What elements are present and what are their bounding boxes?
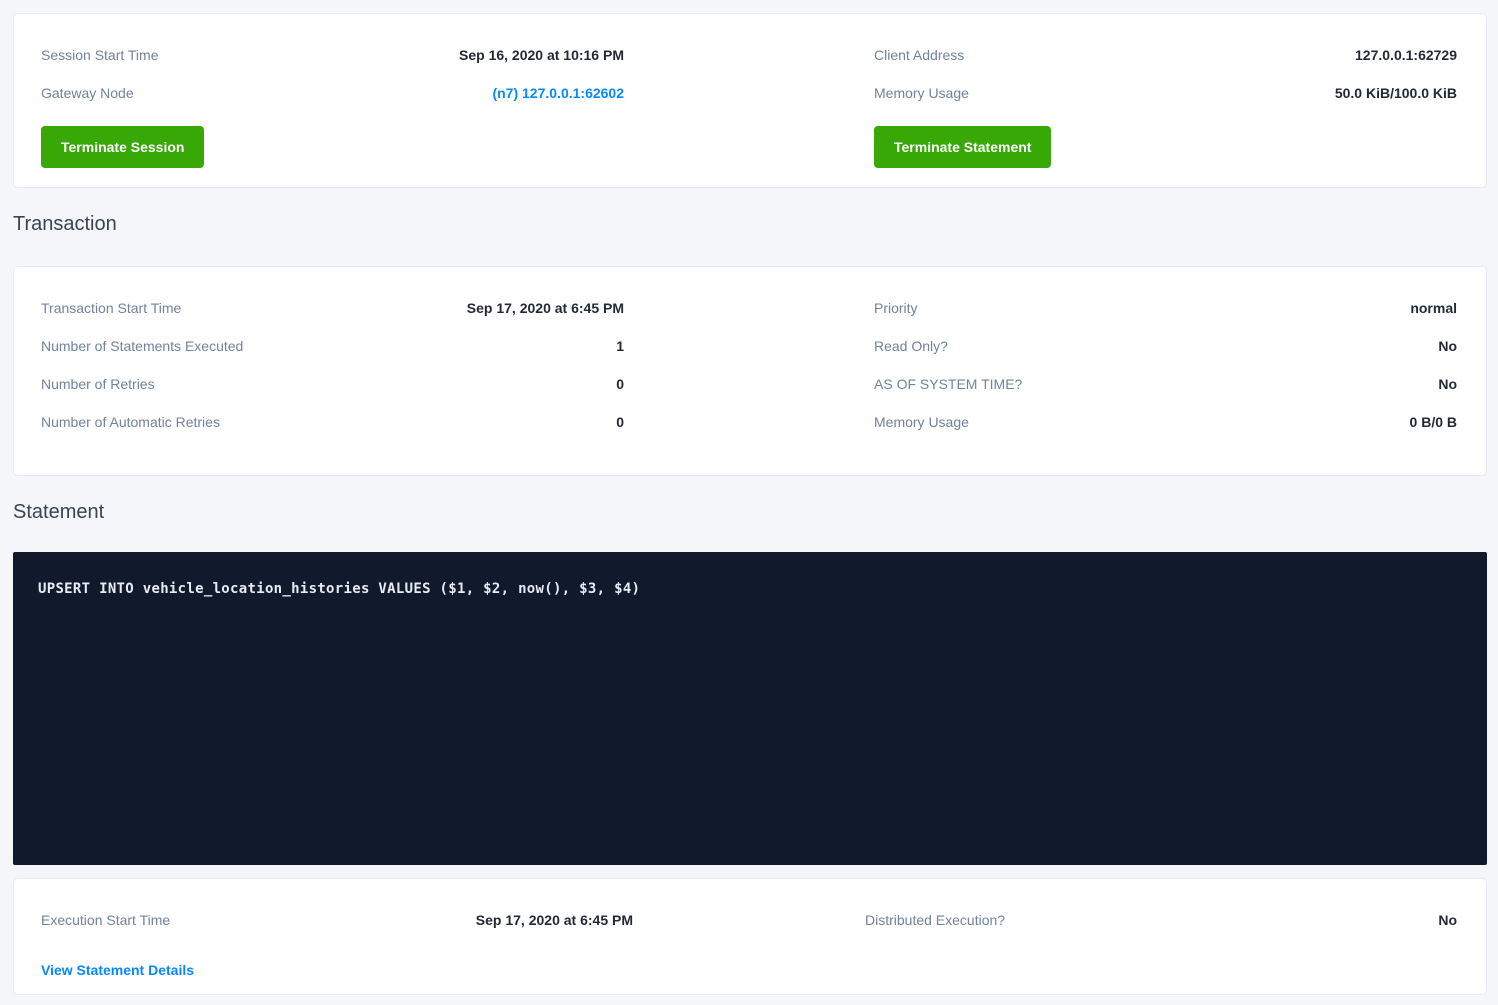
session-details-page: Session Start Time Sep 16, 2020 at 10:16… bbox=[0, 0, 1498, 995]
statements-executed-value: 1 bbox=[616, 335, 624, 357]
execution-card-right-column: Distributed Execution? No bbox=[865, 909, 1457, 994]
session-start-time-label: Session Start Time bbox=[41, 44, 159, 66]
session-start-time-value: Sep 16, 2020 at 10:16 PM bbox=[459, 44, 624, 66]
read-only-label: Read Only? bbox=[874, 335, 948, 357]
as-of-system-time-label: AS OF SYSTEM TIME? bbox=[874, 373, 1022, 395]
summary-row: Number of Automatic Retries 0 bbox=[41, 411, 624, 433]
summary-row: Session Start Time Sep 16, 2020 at 10:16… bbox=[41, 44, 624, 66]
transaction-start-time-value: Sep 17, 2020 at 6:45 PM bbox=[467, 297, 624, 319]
client-address-label: Client Address bbox=[874, 44, 964, 66]
statement-section-heading: Statement bbox=[13, 500, 1487, 524]
transaction-section-heading: Transaction bbox=[13, 212, 1487, 236]
terminate-statement-button[interactable]: Terminate Statement bbox=[874, 126, 1051, 168]
view-statement-details-link[interactable]: View Statement Details bbox=[41, 961, 194, 979]
summary-row: Memory Usage 0 B/0 B bbox=[874, 411, 1457, 433]
summary-row: Number of Statements Executed 1 bbox=[41, 335, 624, 357]
transaction-memory-usage-value: 0 B/0 B bbox=[1410, 411, 1457, 433]
summary-row: Distributed Execution? No bbox=[865, 909, 1457, 931]
as-of-system-time-value: No bbox=[1438, 373, 1457, 395]
execution-start-time-label: Execution Start Time bbox=[41, 909, 170, 931]
retries-label: Number of Retries bbox=[41, 373, 155, 395]
sql-statement-box: UPSERT INTO vehicle_location_histories V… bbox=[13, 552, 1487, 865]
client-address-value: 127.0.0.1:62729 bbox=[1355, 44, 1457, 66]
sql-statement-text: UPSERT INTO vehicle_location_histories V… bbox=[38, 581, 640, 597]
summary-row: Execution Start Time Sep 17, 2020 at 6:4… bbox=[41, 909, 633, 931]
summary-row: Memory Usage 50.0 KiB/100.0 KiB bbox=[874, 82, 1457, 104]
transaction-start-time-label: Transaction Start Time bbox=[41, 297, 181, 319]
session-memory-usage-value: 50.0 KiB/100.0 KiB bbox=[1335, 82, 1457, 104]
gateway-node-label: Gateway Node bbox=[41, 82, 134, 104]
execution-card-left-column: Execution Start Time Sep 17, 2020 at 6:4… bbox=[41, 909, 633, 994]
summary-row: Priority normal bbox=[874, 297, 1457, 319]
retries-value: 0 bbox=[616, 373, 624, 395]
session-card-left-column: Session Start Time Sep 16, 2020 at 10:16… bbox=[41, 44, 624, 187]
automatic-retries-label: Number of Automatic Retries bbox=[41, 411, 220, 433]
priority-label: Priority bbox=[874, 297, 918, 319]
terminate-session-button[interactable]: Terminate Session bbox=[41, 126, 204, 168]
transaction-memory-usage-label: Memory Usage bbox=[874, 411, 969, 433]
session-memory-usage-label: Memory Usage bbox=[874, 82, 969, 104]
read-only-value: No bbox=[1438, 335, 1457, 357]
summary-row: Gateway Node (n7) 127.0.0.1:62602 bbox=[41, 82, 624, 104]
execution-start-time-value: Sep 17, 2020 at 6:45 PM bbox=[476, 909, 633, 931]
priority-value: normal bbox=[1410, 297, 1457, 319]
transaction-card-left-column: Transaction Start Time Sep 17, 2020 at 6… bbox=[41, 297, 624, 475]
summary-row: Number of Retries 0 bbox=[41, 373, 624, 395]
execution-summary-card: Execution Start Time Sep 17, 2020 at 6:4… bbox=[13, 878, 1487, 995]
distributed-execution-label: Distributed Execution? bbox=[865, 909, 1005, 931]
transaction-summary-card: Transaction Start Time Sep 17, 2020 at 6… bbox=[13, 266, 1487, 476]
summary-row: Read Only? No bbox=[874, 335, 1457, 357]
statements-executed-label: Number of Statements Executed bbox=[41, 335, 243, 357]
summary-row: Client Address 127.0.0.1:62729 bbox=[874, 44, 1457, 66]
transaction-card-right-column: Priority normal Read Only? No AS OF SYST… bbox=[874, 297, 1457, 475]
gateway-node-link[interactable]: (n7) 127.0.0.1:62602 bbox=[492, 82, 624, 104]
session-card-right-column: Client Address 127.0.0.1:62729 Memory Us… bbox=[874, 44, 1457, 187]
summary-row: Transaction Start Time Sep 17, 2020 at 6… bbox=[41, 297, 624, 319]
automatic-retries-value: 0 bbox=[616, 411, 624, 433]
session-summary-card: Session Start Time Sep 16, 2020 at 10:16… bbox=[13, 13, 1487, 188]
summary-row: AS OF SYSTEM TIME? No bbox=[874, 373, 1457, 395]
distributed-execution-value: No bbox=[1438, 909, 1457, 931]
